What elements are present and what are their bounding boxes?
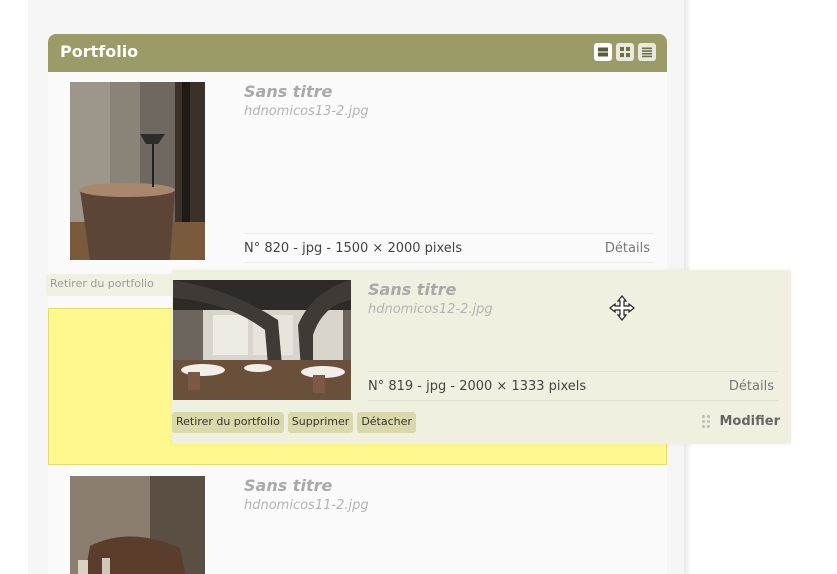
item-thumbnail[interactable] xyxy=(70,476,205,574)
item-title: Sans titre xyxy=(244,476,333,495)
portfolio-item[interactable]: Sans titre hdnomicos13-2.jpg N° 820 - jp… xyxy=(48,82,667,263)
item-title: Sans titre xyxy=(244,82,333,101)
item-filename: hdnomicos13-2.jpg xyxy=(244,104,369,119)
details-link[interactable]: Détails xyxy=(605,241,650,256)
item-info-text: N° 819 - jpg - 2000 × 1333 pixels xyxy=(368,379,587,394)
modify-control[interactable]: Modifier xyxy=(701,414,781,429)
list-view-icon[interactable] xyxy=(594,43,612,61)
item-thumbnail[interactable] xyxy=(173,280,351,400)
dragged-portfolio-item[interactable]: Sans titre hdnomicos12-2.jpg N° 819 - jp… xyxy=(172,270,791,444)
remove-from-portfolio-button[interactable]: Retirer du portfolio xyxy=(172,412,284,433)
item-actions: Retirer du portfolio Supprimer Détacher xyxy=(172,412,416,433)
modify-button[interactable]: Modifier xyxy=(720,414,781,429)
details-link[interactable]: Détails xyxy=(729,379,774,394)
panel-header: Portfolio xyxy=(48,34,667,72)
item-filename: hdnomicos11-2.jpg xyxy=(244,498,369,513)
item-info-text: N° 820 - jpg - 1500 × 2000 pixels xyxy=(244,241,463,256)
portfolio-item[interactable]: Sans titre hdnomicos11-2.jpg xyxy=(48,476,667,574)
compact-list-icon[interactable] xyxy=(638,43,656,61)
view-switcher xyxy=(594,43,656,61)
item-title: Sans titre xyxy=(368,280,457,299)
item-info: N° 820 - jpg - 1500 × 2000 pixels Détail… xyxy=(244,233,654,263)
drag-handle-icon[interactable] xyxy=(701,414,710,429)
item-thumbnail[interactable] xyxy=(70,82,205,260)
delete-button[interactable]: Supprimer xyxy=(287,412,354,433)
move-cursor-icon xyxy=(609,295,635,325)
grid-view-icon[interactable] xyxy=(616,43,634,61)
item-info: N° 819 - jpg - 2000 × 1333 pixels Détail… xyxy=(368,371,778,401)
detach-button[interactable]: Détacher xyxy=(357,412,416,433)
panel-title: Portfolio xyxy=(60,42,139,61)
item-filename: hdnomicos12-2.jpg xyxy=(368,302,493,317)
remove-from-portfolio-button[interactable]: Retirer du portfolio xyxy=(46,274,174,296)
